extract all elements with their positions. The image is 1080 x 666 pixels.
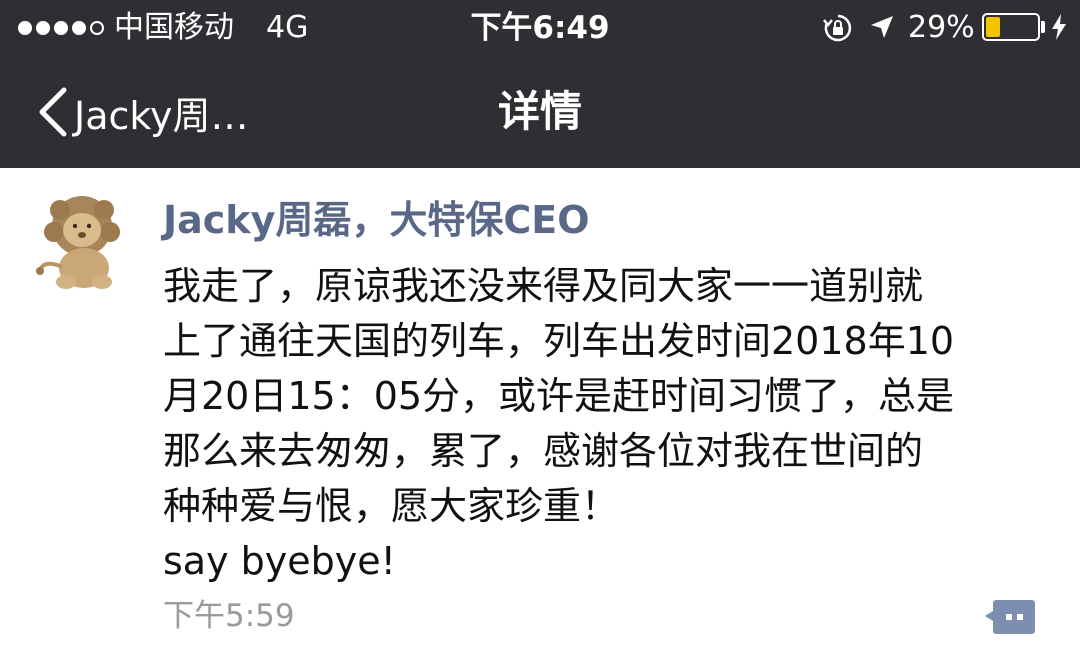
orientation-lock-icon <box>823 14 852 42</box>
status-bar: 中国移动 4G 下午6:49 29% <box>0 0 1080 56</box>
message-line: 我走了，原谅我还没来得及同大家一一道别就 <box>163 264 924 308</box>
post-time: 下午5:59 <box>163 598 295 634</box>
back-button-label: Jacky周… <box>74 93 249 138</box>
sender-name[interactable]: Jacky周磊，大特保CEO <box>163 192 590 248</box>
chevron-left-icon <box>39 87 67 137</box>
charging-bolt-icon <box>1052 14 1066 40</box>
message-line: 上了通往天国的列车，列车出发时间2018年10 <box>163 319 955 363</box>
back-button[interactable]: Jacky周… <box>34 82 249 142</box>
location-arrow-icon <box>871 16 893 38</box>
battery-level-fill <box>986 17 1000 37</box>
message-line: 月20日15：05分，或许是赶时间习惯了，总是 <box>163 374 955 418</box>
message-line: say byebye! <box>163 539 396 583</box>
comment-icon[interactable] <box>984 598 1036 636</box>
message-body: 我走了，原谅我还没来得及同大家一一道别就 上了通往天国的列车，列车出发时间2018… <box>163 259 1058 589</box>
avatar[interactable] <box>32 190 132 294</box>
battery-icon <box>982 13 1040 41</box>
battery-percent: 29% <box>908 10 975 45</box>
battery-tip <box>1041 21 1045 33</box>
top-bar: 中国移动 4G 下午6:49 29% 详情 Jacky周… <box>0 0 1080 168</box>
message-line: 种种爱与恨，愿大家珍重！ <box>163 484 620 528</box>
message-line: 那么来去匆匆，累了，感谢各位对我在世间的 <box>163 429 924 473</box>
